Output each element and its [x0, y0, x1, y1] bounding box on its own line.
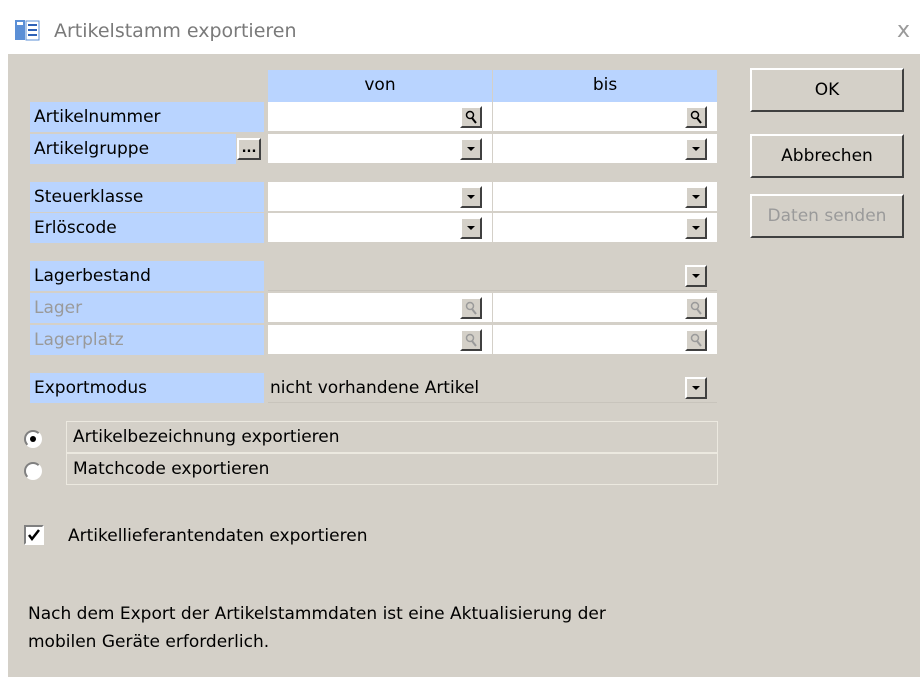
lager-to-field [493, 293, 717, 323]
label-lagerplatz: Lagerplatz [30, 325, 264, 355]
erloescode-from-select[interactable] [268, 213, 492, 243]
window-title: Artikelstamm exportieren [54, 20, 297, 42]
chevron-down-icon [467, 195, 475, 199]
radio-artikelbezeichnung[interactable] [24, 430, 42, 448]
lagerplatz-from-field [268, 325, 492, 355]
ok-button[interactable]: OK [750, 68, 904, 112]
field-value: nicht vorhandene Artikel [270, 378, 480, 398]
magnifier-icon [690, 110, 702, 124]
lookup-button [685, 329, 707, 351]
radio-selected-dot [30, 436, 36, 442]
label-lagerbestand: Lagerbestand [30, 261, 264, 291]
dropdown-button[interactable] [685, 217, 707, 239]
artikelnummer-from-field[interactable] [268, 102, 492, 132]
option-matchcode-label[interactable]: Matchcode exportieren [66, 453, 718, 485]
lagerbestand-select[interactable] [268, 261, 717, 291]
lookup-button [685, 297, 707, 319]
exportmodus-select[interactable]: nicht vorhandene Artikel [268, 373, 717, 403]
checkbox-label[interactable]: Artikellieferantendaten exportieren [68, 522, 367, 550]
dropdown-button[interactable] [460, 186, 482, 208]
magnifier-icon [690, 301, 702, 315]
label-exportmodus: Exportmodus [30, 373, 264, 403]
lagerplatz-to-field [493, 325, 717, 355]
steuerklasse-to-select[interactable] [493, 182, 717, 212]
dropdown-button[interactable] [685, 138, 707, 160]
list-document-icon [15, 20, 40, 41]
checkmark-icon [28, 529, 40, 542]
label-artikelnummer: Artikelnummer [30, 102, 264, 132]
label-artikelgruppe: Artikelgruppe [30, 134, 236, 164]
chevron-down-icon [692, 147, 700, 151]
magnifier-icon [690, 333, 702, 347]
checkbox-artikellieferantendaten[interactable] [24, 525, 44, 545]
chevron-down-icon [692, 226, 700, 230]
chevron-down-icon [692, 386, 700, 390]
chevron-down-icon [692, 274, 700, 278]
label-erloescode: Erlöscode [30, 213, 264, 243]
dropdown-button[interactable] [685, 186, 707, 208]
label-lager: Lager [30, 293, 264, 323]
cancel-button[interactable]: Abbrechen [750, 134, 904, 178]
artikelnummer-to-field[interactable] [493, 102, 717, 132]
info-note: Nach dem Export der Artikelstammdaten is… [28, 600, 728, 656]
lookup-button [460, 297, 482, 319]
lookup-button [460, 329, 482, 351]
close-icon[interactable]: x [897, 18, 910, 43]
chevron-down-icon [692, 195, 700, 199]
option-artikelbezeichnung-label[interactable]: Artikelbezeichnung exportieren [66, 421, 718, 453]
magnifier-icon [465, 301, 477, 315]
note-line-2: mobilen Geräte erforderlich. [28, 632, 270, 652]
steuerklasse-from-select[interactable] [268, 182, 492, 212]
radio-matchcode[interactable] [24, 462, 42, 480]
title-bar: Artikelstamm exportieren x [8, 4, 920, 54]
erloescode-to-select[interactable] [493, 213, 717, 243]
artikelgruppe-to-select[interactable] [493, 134, 717, 164]
browse-button[interactable]: ... [237, 138, 261, 160]
send-data-button: Daten senden [750, 194, 904, 238]
note-line-1: Nach dem Export der Artikelstammdaten is… [28, 604, 606, 624]
lookup-button[interactable] [685, 106, 707, 128]
dropdown-button[interactable] [685, 377, 707, 399]
chevron-down-icon [467, 147, 475, 151]
column-header-to: bis [493, 70, 717, 102]
export-dialog: Artikelstamm exportieren x von bis Artik… [8, 4, 920, 677]
dropdown-button[interactable] [460, 138, 482, 160]
lookup-button[interactable] [460, 106, 482, 128]
column-header-from: von [268, 70, 492, 102]
dropdown-button[interactable] [460, 217, 482, 239]
dropdown-button[interactable] [685, 265, 707, 287]
lager-from-field [268, 293, 492, 323]
magnifier-icon [465, 110, 477, 124]
magnifier-icon [465, 333, 477, 347]
artikelgruppe-from-select[interactable] [268, 134, 492, 164]
label-steuerklasse: Steuerklasse [30, 182, 264, 212]
chevron-down-icon [467, 226, 475, 230]
